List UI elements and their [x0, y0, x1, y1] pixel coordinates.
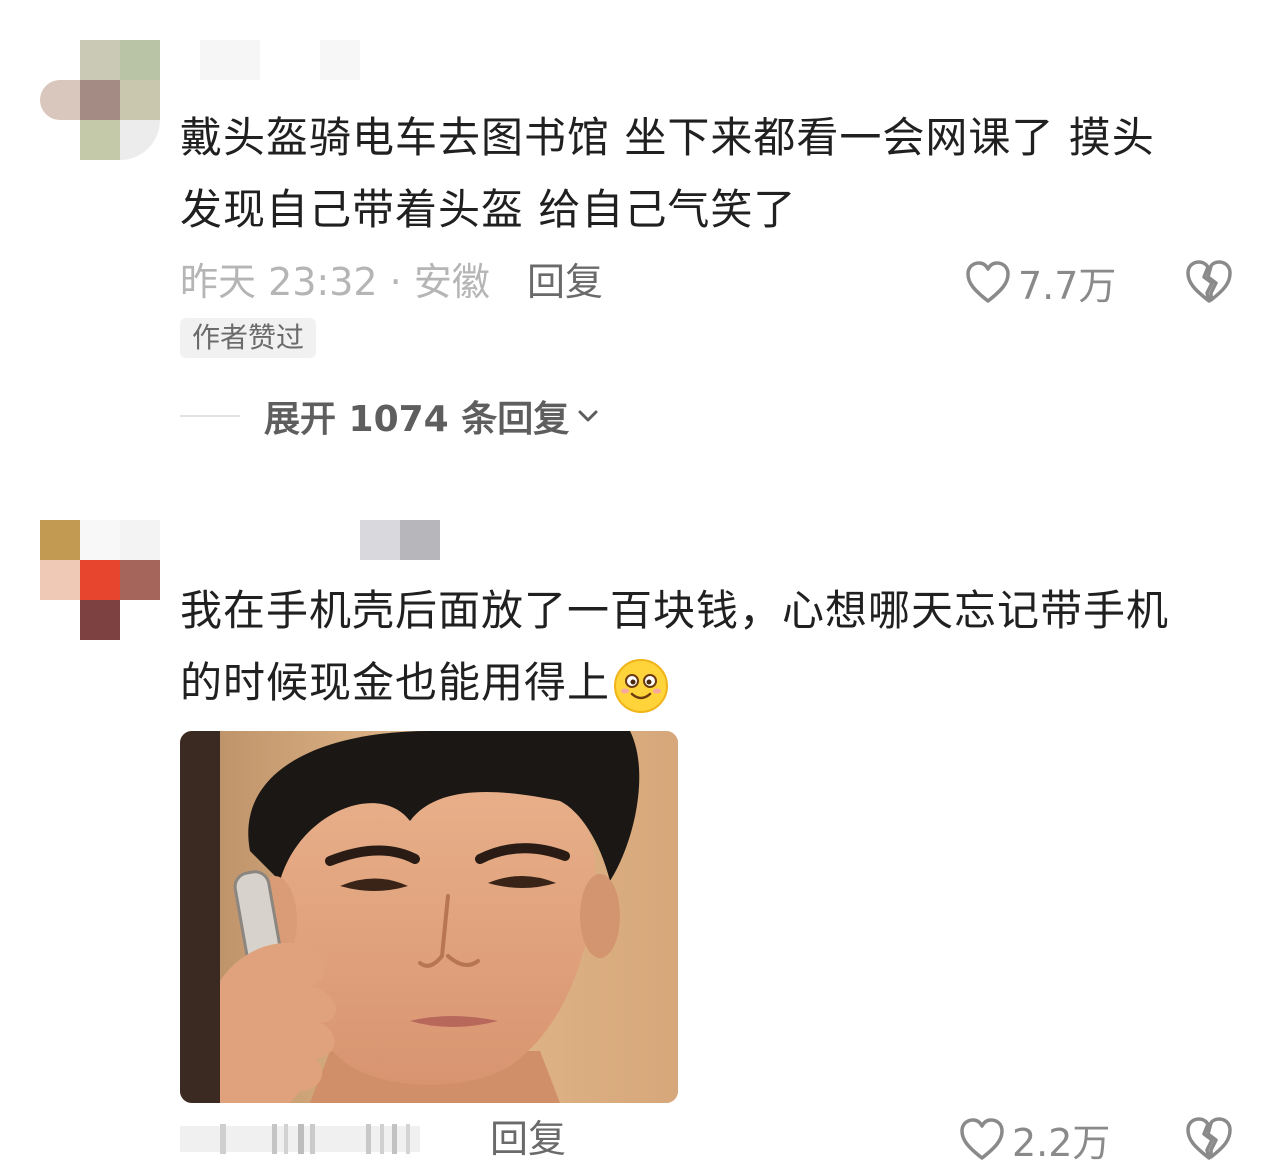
reply-button[interactable]: 回复 [490, 1114, 566, 1164]
comment-meta-blurred [180, 1114, 440, 1164]
heart-icon [960, 1118, 1004, 1160]
comment-image[interactable] [180, 731, 678, 1103]
smiling-face-emoji-icon [614, 658, 669, 713]
comment-item: 我在手机壳后面放了一百块钱，心想哪天忘记带手机 的时候现金也能用得上 回复 2.… [0, 0, 1284, 1168]
avatar[interactable] [40, 520, 162, 642]
broken-heart-icon [1186, 1117, 1232, 1160]
man-on-phone-image [180, 731, 678, 1103]
comment-text-line: 我在手机壳后面放了一百块钱，心想哪天忘记带手机 [180, 586, 1170, 635]
comment-text: 我在手机壳后面放了一百块钱，心想哪天忘记带手机 的时候现金也能用得上 [180, 575, 1240, 719]
comment-text-line: 的时候现金也能用得上 [180, 647, 1240, 719]
like-button[interactable]: 2.2万 [958, 1114, 1111, 1165]
dislike-button[interactable] [1184, 1114, 1234, 1164]
like-count: 2.2万 [1012, 1120, 1111, 1165]
blurred-time-location [180, 1124, 420, 1154]
comment-text-segment: 的时候现金也能用得上 [180, 658, 611, 707]
